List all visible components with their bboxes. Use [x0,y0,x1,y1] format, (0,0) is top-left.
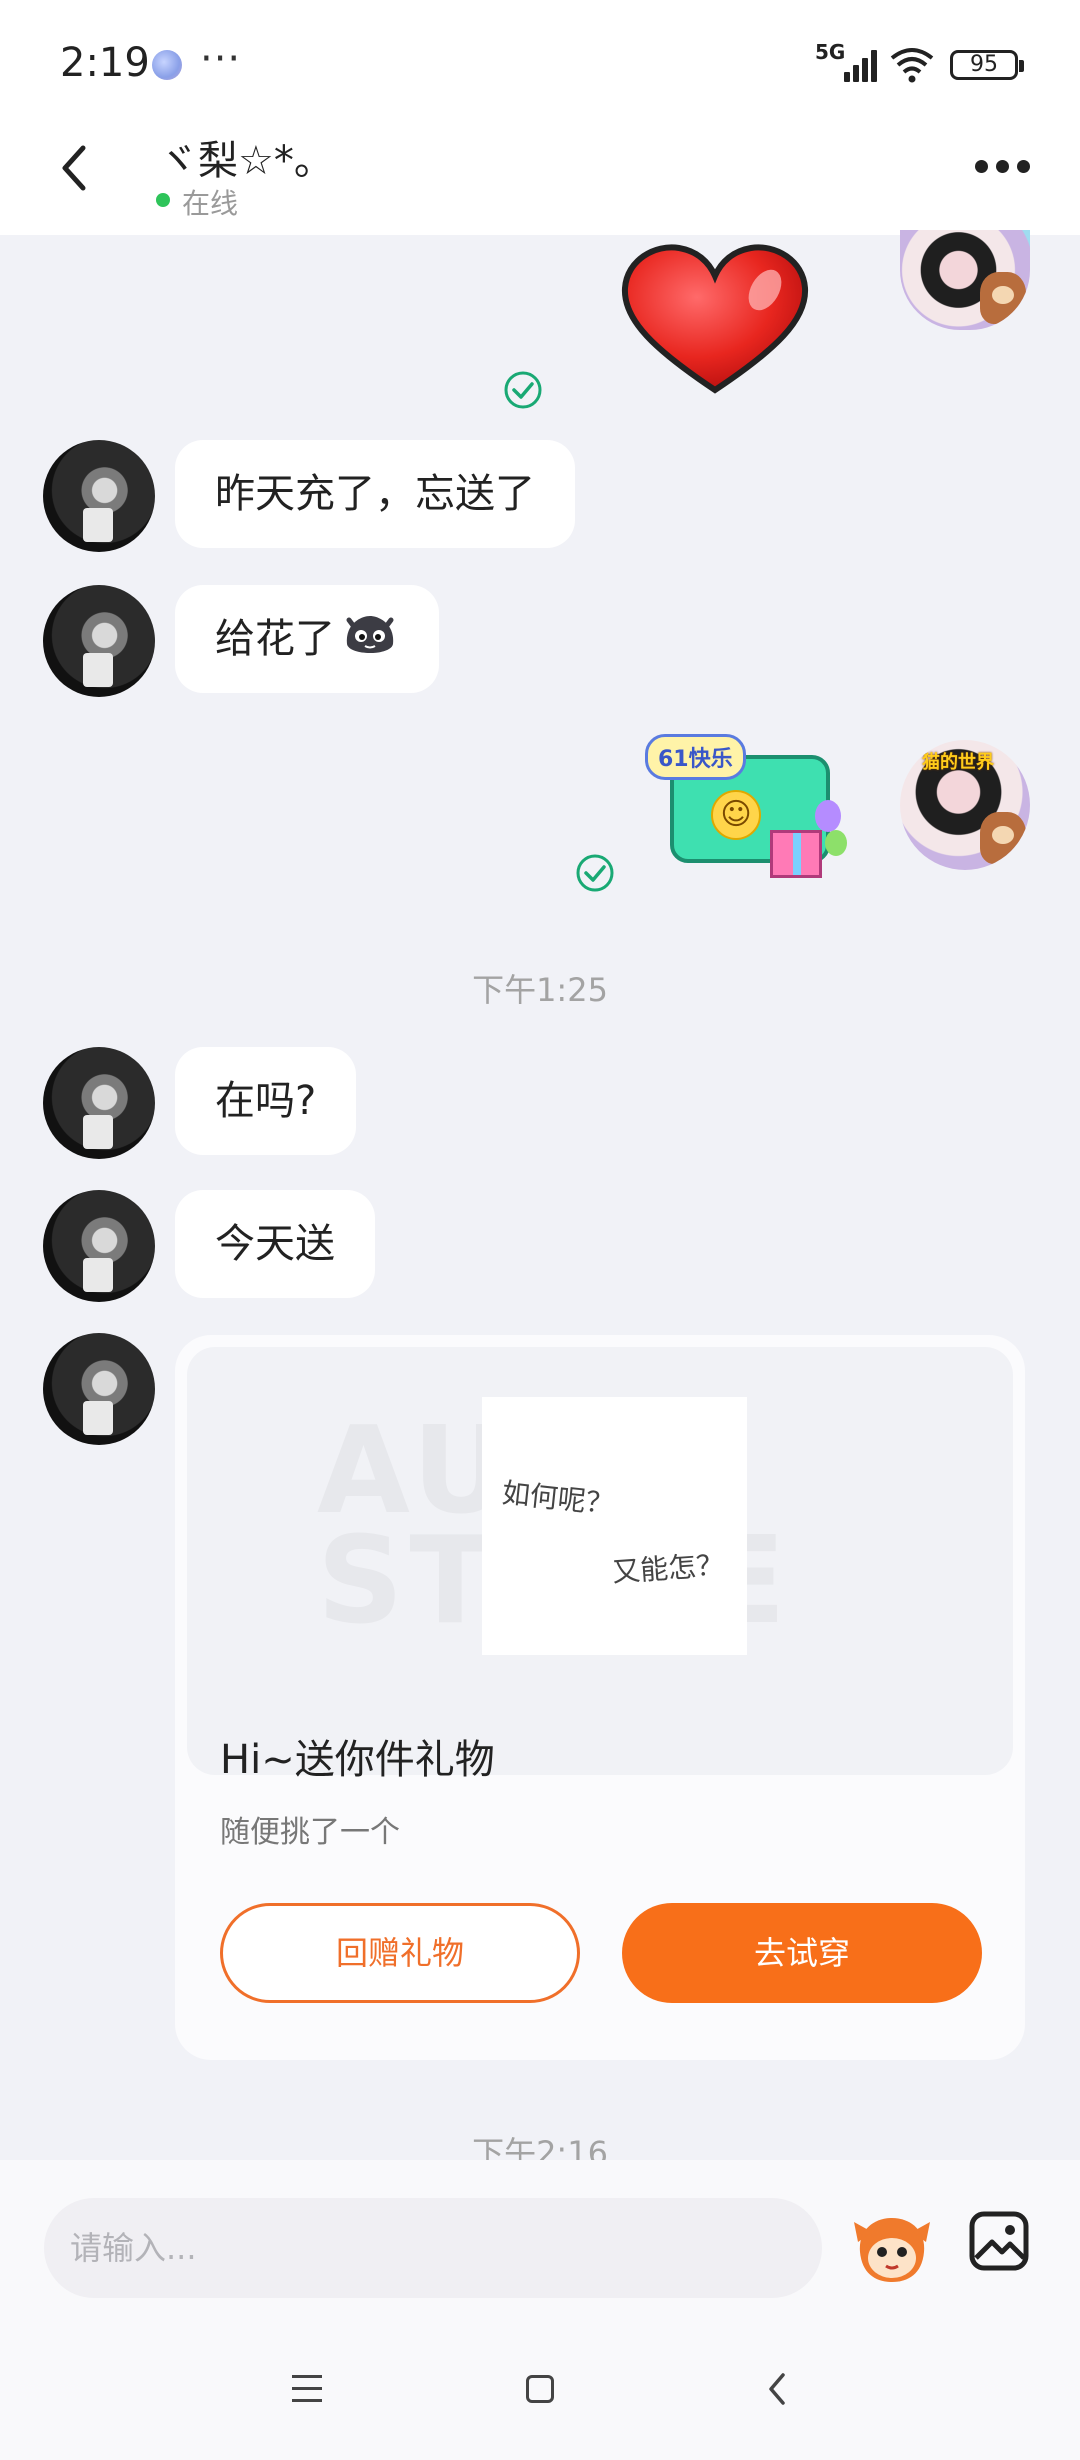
contact-name[interactable]: ヾ梨☆*。 [158,128,334,186]
app-notification-icon [152,50,182,80]
avatar-badge: 猫的世界 [922,752,994,773]
system-nav-bar [0,2355,1080,2435]
message-bubble[interactable]: 给花了 [175,585,439,693]
battery-icon: 95 [950,50,1024,80]
online-status-text: 在线 [182,187,239,220]
message-bubble[interactable]: 今天送 [175,1190,375,1298]
message-bubble[interactable]: 昨天充了，忘送了 [175,440,575,548]
my-avatar[interactable] [900,230,1030,330]
61-sticker[interactable]: 61快乐 ☺ [645,730,860,885]
balloon-icon [825,830,847,856]
avatar-frame-mascot [980,272,1026,324]
emoji-mascot-button[interactable] [852,2212,932,2284]
status-time: 2:19 [60,40,150,86]
gift-note-line-2: 又能怎？ [611,1548,726,1589]
message-input[interactable] [44,2198,822,2298]
gift-box-icon [770,830,822,878]
try-on-button[interactable]: 去试穿 [622,1903,982,2003]
return-gift-button[interactable]: 回赠礼物 [220,1903,580,2003]
signal-icon [840,48,880,82]
gift-subtitle: 随便挑了一个 [220,1815,400,1850]
gift-card[interactable]: AURA STORE 如何呢？ 又能怎？ Hi~送你件礼物 随便挑了一个 回赠礼… [175,1335,1025,2060]
online-status-dot [156,193,170,207]
message-text: 给花了 [215,616,335,662]
image-picker-button[interactable] [968,2210,1030,2272]
top-bar: 2:19 ··· 5G 95 ヾ梨☆*。 在线 [0,0,1080,235]
wifi-icon [890,48,934,83]
contact-avatar[interactable] [43,585,155,697]
message-bubble[interactable]: 在吗? [175,1047,357,1155]
contact-avatar[interactable] [43,1333,155,1445]
read-check-icon [504,371,542,409]
heart-sticker[interactable] [615,240,815,400]
read-check-icon [576,854,614,892]
contact-avatar[interactable] [43,1047,155,1159]
more-options-button[interactable] [975,160,1031,176]
sticker-badge: 61快乐 [645,734,746,780]
back-button[interactable] [55,140,95,196]
system-back-button[interactable] [765,2371,789,2407]
gift-preview-image[interactable]: AURA STORE 如何呢？ 又能怎？ [187,1347,1013,1775]
message-input-bar [0,2160,1080,2460]
home-button[interactable] [526,2375,554,2403]
contact-avatar[interactable] [43,1190,155,1302]
recent-apps-button[interactable] [292,2375,322,2403]
smile-emoji-icon: ☺ [711,790,761,840]
timestamp-separator: 下午2:16 [472,2134,608,2160]
balloon-icon [815,800,841,832]
gift-note-line-1: 如何呢？ [500,1476,616,1521]
avatar-frame-mascot [980,812,1026,864]
contact-avatar[interactable] [43,440,155,552]
status-more-dots: ··· [200,36,242,82]
gift-note-paper: 如何呢？ 又能怎？ [482,1397,747,1655]
status-bar: 2:19 ··· 5G 95 [0,0,1080,125]
timestamp-separator: 下午1:25 [472,971,608,1009]
gift-title: Hi~送你件礼物 [220,1737,495,1783]
my-avatar[interactable]: 猫的世界 [900,740,1030,870]
blob-face-emoji-icon [346,616,394,653]
